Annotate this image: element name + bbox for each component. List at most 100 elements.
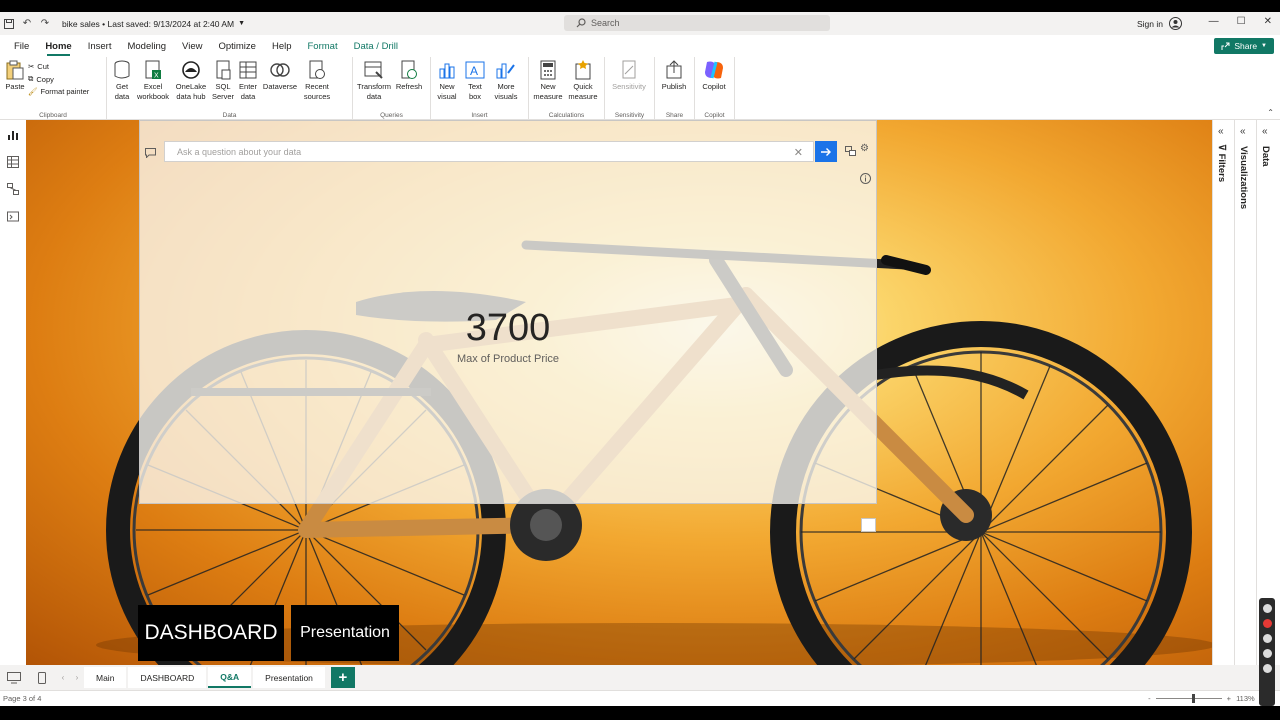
onelake-button[interactable]: OneLake data hub: [171, 59, 211, 120]
sql-server-button[interactable]: SQL Server: [211, 59, 235, 120]
tab-view[interactable]: View: [174, 35, 210, 57]
collapse-ribbon-icon[interactable]: ⌃: [1267, 108, 1274, 117]
sign-in-label: Sign in: [1137, 18, 1163, 29]
convert-to-visual-icon[interactable]: [845, 143, 856, 161]
share-button[interactable]: Share ▼: [1214, 38, 1274, 54]
group-label-insert: Insert: [471, 112, 488, 119]
settings-gear-icon[interactable]: ⚙: [860, 143, 869, 161]
maximize-icon[interactable]: ☐: [1237, 16, 1246, 27]
presentation-nav-button[interactable]: Presentation: [291, 605, 399, 661]
filters-pane[interactable]: « ⊽ Filters: [1213, 120, 1235, 665]
zoom-out-button[interactable]: -: [1148, 694, 1151, 703]
page-tab-presentation[interactable]: Presentation: [253, 667, 325, 688]
transform-data-button[interactable]: Transform data: [355, 59, 393, 120]
model-view-icon[interactable]: [6, 182, 20, 196]
add-page-button[interactable]: +: [330, 667, 355, 688]
group-label-copilot: Copilot: [704, 112, 725, 119]
data-pane[interactable]: « Data: [1257, 120, 1280, 665]
page-tab-main[interactable]: Main: [84, 667, 127, 688]
qa-visual[interactable]: Ask a question about your data ✕ ⚙ 3700 …: [139, 120, 877, 504]
info-icon[interactable]: [860, 171, 871, 189]
share-label: Share: [1234, 41, 1258, 51]
tab-data-drill[interactable]: Data / Drill: [346, 35, 406, 57]
qa-submit-button[interactable]: [815, 141, 837, 162]
onelake-icon: [180, 59, 202, 81]
clear-icon[interactable]: ✕: [794, 146, 803, 159]
page-indicator: Page 3 of 4: [3, 694, 42, 703]
tab-format[interactable]: Format: [300, 35, 346, 57]
tab-help[interactable]: Help: [264, 35, 300, 57]
dax-query-view-icon[interactable]: [6, 209, 20, 223]
ribbon-group-insert: New visual A Text box More visuals Inser…: [431, 57, 529, 120]
report-view-icon[interactable]: [6, 128, 20, 142]
close-icon[interactable]: ✕: [1264, 16, 1272, 27]
format-painter-button[interactable]: 🖌 Format painter: [28, 87, 89, 96]
expand-visualizations-icon[interactable]: «: [1240, 126, 1246, 137]
record-icon[interactable]: [1262, 619, 1272, 628]
tab-home[interactable]: Home: [37, 35, 79, 57]
database-icon: [111, 59, 133, 81]
qa-question-input[interactable]: Ask a question about your data ✕: [164, 141, 814, 162]
text-box-button[interactable]: A Text box: [461, 59, 489, 120]
dataverse-label: Dataverse: [262, 82, 298, 91]
zoom-slider[interactable]: [1155, 694, 1222, 703]
table-view-icon[interactable]: [6, 155, 20, 169]
recent-sources-label: Recent sources: [303, 82, 331, 101]
mobile-layout-icon[interactable]: [28, 671, 56, 684]
undo-icon[interactable]: ↶: [18, 15, 36, 33]
refresh-button[interactable]: Refresh: [393, 59, 425, 120]
desktop-layout-icon[interactable]: [0, 671, 28, 684]
sign-in-button[interactable]: Sign in: [1137, 17, 1182, 30]
copilot-button[interactable]: Copilot: [697, 59, 731, 120]
get-data-button[interactable]: Get data: [109, 59, 135, 120]
expand-filters-icon[interactable]: «: [1218, 126, 1224, 137]
report-canvas[interactable]: Ask a question about your data ✕ ⚙ 3700 …: [26, 120, 1212, 665]
page-tab-qa[interactable]: Q&A: [208, 667, 252, 688]
quick-measure-button[interactable]: Quick measure: [565, 59, 601, 120]
save-icon[interactable]: [0, 15, 18, 33]
sensitivity-button[interactable]: Sensitivity: [607, 59, 651, 120]
excel-icon: X: [142, 59, 164, 81]
camera-icon[interactable]: [1262, 604, 1272, 613]
brush-icon: 🖌: [28, 87, 38, 96]
dataverse-button[interactable]: Dataverse: [261, 59, 299, 120]
volume-icon[interactable]: [1262, 649, 1272, 658]
resize-handle[interactable]: [861, 518, 876, 532]
tab-file[interactable]: File: [6, 35, 37, 57]
zoom-slider-thumb[interactable]: [1191, 694, 1195, 703]
tab-modeling[interactable]: Modeling: [119, 35, 174, 57]
expand-data-icon[interactable]: «: [1262, 126, 1268, 137]
publish-button[interactable]: Publish: [657, 59, 691, 120]
next-page-icon[interactable]: ›: [70, 673, 84, 682]
copilot-label: Copilot: [702, 82, 726, 91]
minimize-icon[interactable]: —: [1209, 16, 1219, 27]
paste-button[interactable]: Paste: [2, 59, 28, 120]
dashboard-nav-button[interactable]: DASHBOARD: [138, 605, 284, 661]
webcam-icon[interactable]: [1262, 664, 1272, 673]
recent-sources-button[interactable]: Recent sources: [299, 59, 335, 120]
svg-text:X: X: [154, 73, 159, 80]
microphone-icon[interactable]: [1262, 634, 1272, 643]
new-visual-button[interactable]: New visual: [433, 59, 461, 120]
redo-icon[interactable]: ↷: [36, 15, 54, 33]
zoom-in-button[interactable]: +: [1227, 694, 1231, 703]
new-measure-button[interactable]: New measure: [531, 59, 565, 120]
file-menu-chevron-icon[interactable]: ▼: [238, 20, 245, 27]
visualizations-pane[interactable]: « Visualizations: [1235, 120, 1257, 665]
search-input[interactable]: Search: [564, 15, 830, 31]
zoom-level[interactable]: 113%: [1236, 694, 1255, 703]
more-visuals-button[interactable]: More visuals: [489, 59, 523, 120]
enter-data-button[interactable]: Enter data: [235, 59, 261, 120]
prev-page-icon[interactable]: ‹: [56, 673, 70, 682]
cut-button[interactable]: ✂ Cut: [28, 62, 89, 71]
chat-icon[interactable]: [145, 145, 156, 163]
share-icon: [1221, 42, 1230, 50]
filters-pane-label: ⊽ Filters: [1216, 144, 1227, 182]
page-tab-dashboard[interactable]: DASHBOARD: [128, 667, 207, 688]
copy-button[interactable]: ⧉ Copy: [28, 74, 89, 84]
excel-workbook-button[interactable]: X Excel workbook: [135, 59, 171, 120]
tab-insert[interactable]: Insert: [80, 35, 120, 57]
tab-optimize[interactable]: Optimize: [210, 35, 263, 57]
copy-icon: ⧉: [28, 74, 34, 83]
file-title[interactable]: bike sales • Last saved: 9/13/2024 at 2:…: [62, 19, 234, 29]
